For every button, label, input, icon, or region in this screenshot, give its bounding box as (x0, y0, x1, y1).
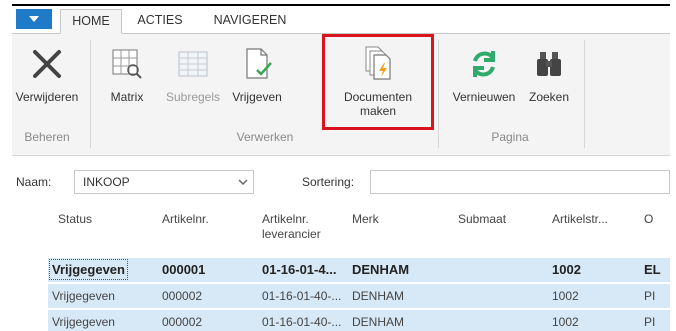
group-divider (584, 40, 585, 148)
column-header-status[interactable]: Status (58, 212, 92, 227)
refresh-icon (464, 44, 504, 84)
grid-header: Status Artikelnr. Artikelnr. leverancier… (12, 208, 670, 254)
app-menu-button[interactable] (16, 9, 52, 29)
column-header-line1: Artikelnr. (262, 212, 309, 226)
cell-merk: DENHAM (352, 315, 405, 329)
documenten-maken-label: Documenten maken (344, 90, 412, 118)
vrijgeven-label: Vrijgeven (232, 90, 282, 104)
zoeken-label: Zoeken (528, 90, 570, 104)
cell-artikelnr-leverancier: 01-16-01-40-... (262, 315, 342, 329)
column-header-submaat[interactable]: Submaat (458, 212, 506, 227)
column-header-line2: leverancier (262, 227, 321, 241)
documenten-maken-button[interactable]: Documenten maken (330, 44, 426, 118)
vernieuwen-label: Vernieuwen (452, 90, 516, 104)
cell-artikelnr: 000002 (162, 315, 203, 329)
matrix-grid-icon (107, 44, 147, 84)
column-header-o[interactable]: O (644, 212, 653, 227)
tab-navigeren[interactable]: NAVIGEREN (200, 9, 300, 34)
cell-status: Vrijgegeven (52, 289, 115, 303)
group-label-pagina: Pagina (491, 130, 529, 144)
document-check-icon (237, 44, 277, 84)
naam-dropdown[interactable]: INKOOP (74, 170, 254, 194)
delete-x-icon (27, 44, 67, 84)
subregels-grid-icon (173, 44, 213, 84)
tab-home[interactable]: HOME (60, 9, 122, 34)
group-label-verwerken: Verwerken (236, 130, 294, 144)
cell-o: PI (644, 315, 656, 329)
cell-merk: DENHAM (352, 289, 405, 303)
column-header-merk[interactable]: Merk (352, 212, 379, 227)
naam-label: Naam: (16, 175, 52, 189)
cell-artikelnr-leverancier: 01-16-01-40-... (262, 289, 342, 303)
group-label-beheren: Beheren (24, 130, 70, 144)
cell-artikelstr: 1002 (552, 262, 581, 277)
verwijderen-button[interactable]: Verwijderen (12, 44, 82, 104)
cell-merk: DENHAM (352, 262, 410, 277)
matrix-label: Matrix (110, 90, 144, 104)
cell-status: Vrijgegeven (49, 259, 128, 280)
table-row[interactable]: Vrijgegeven 000002 01-16-01-40-... DENHA… (48, 284, 670, 308)
column-header-artikelnr[interactable]: Artikelnr. (162, 212, 209, 227)
cell-o: PI (644, 289, 656, 303)
subregels-button[interactable]: Subregels (162, 44, 224, 104)
cell-artikelstr: 1002 (552, 315, 579, 329)
vrijgeven-button[interactable]: Vrijgeven (226, 44, 288, 104)
ribbon-tab-bar: HOME ACTIES NAVIGEREN (12, 6, 670, 34)
cell-artikelnr: 000002 (162, 289, 203, 303)
cell-artikelnr: 000001 (162, 262, 206, 277)
chevron-down-icon (238, 179, 248, 186)
naam-value: INKOOP (83, 175, 130, 189)
matrix-button[interactable]: Matrix (100, 44, 154, 104)
documenten-label-line1: Documenten (343, 90, 413, 104)
subregels-label: Subregels (165, 90, 221, 104)
documents-lightning-icon (358, 44, 398, 84)
column-header-artikelstr[interactable]: Artikelstr... (552, 212, 608, 227)
tab-acties[interactable]: ACTIES (130, 9, 190, 34)
cell-status: Vrijgegeven (52, 315, 115, 329)
ribbon-panel: Verwijderen Beheren Matrix Subregels Vri… (12, 34, 670, 156)
group-divider (90, 40, 91, 148)
app-frame: HOME ACTIES NAVIGEREN Verwijderen Behere… (12, 4, 670, 331)
binoculars-icon (529, 44, 569, 84)
sortering-field[interactable] (370, 170, 670, 194)
documenten-label-line2: maken (359, 104, 396, 118)
table-row[interactable]: Vrijgegeven 000001 01-16-01-4... DENHAM … (48, 258, 670, 282)
column-header-artikelnr-leverancier[interactable]: Artikelnr. leverancier (262, 212, 321, 242)
verwijderen-label: Verwijderen (15, 90, 79, 104)
zoeken-button[interactable]: Zoeken (524, 44, 574, 104)
caret-down-icon (29, 16, 39, 22)
cell-artikelnr-leverancier: 01-16-01-4... (262, 262, 337, 277)
vernieuwen-button[interactable]: Vernieuwen (446, 44, 522, 104)
filter-bar: Naam: INKOOP Sortering: (12, 168, 670, 196)
cell-o: EL (644, 262, 661, 277)
sortering-label: Sortering: (302, 175, 355, 189)
cell-artikelstr: 1002 (552, 289, 579, 303)
group-divider (438, 40, 439, 148)
table-row[interactable]: Vrijgegeven 000002 01-16-01-40-... DENHA… (48, 310, 670, 331)
